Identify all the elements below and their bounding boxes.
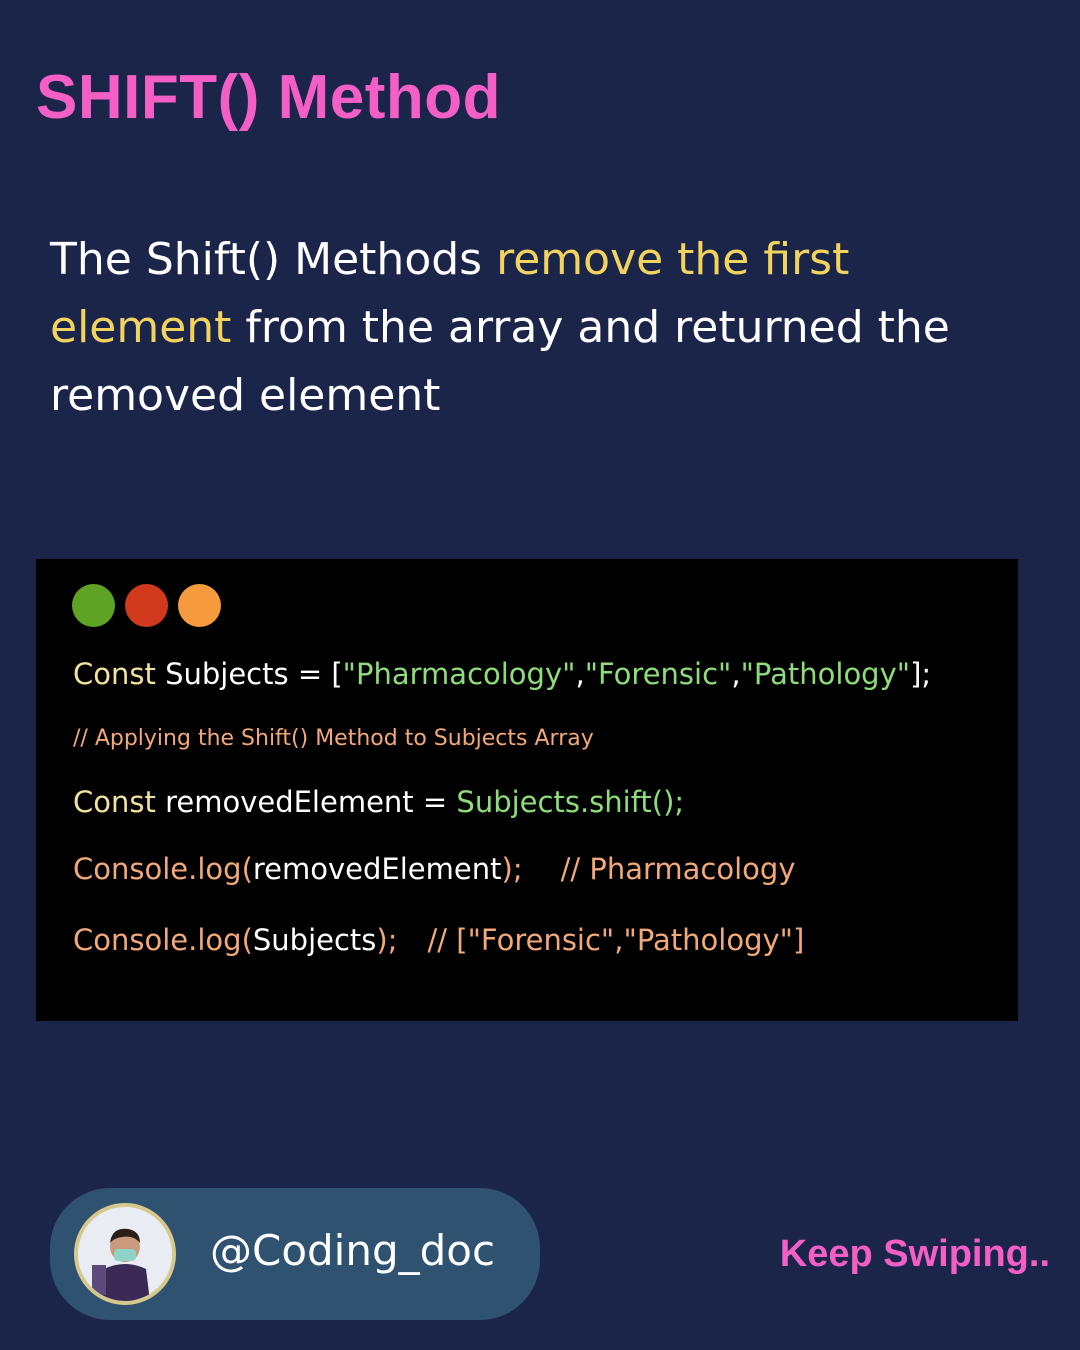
- red-dot-icon: [125, 584, 168, 627]
- code-line-log-removed: Console.log(removedElement); // Pharmacol…: [73, 852, 795, 886]
- code-string: "Pharmacology": [342, 657, 576, 691]
- code-arg: removedElement: [252, 852, 502, 886]
- avatar[interactable]: [74, 1203, 176, 1305]
- code-text: removedElement =: [155, 785, 457, 819]
- code-paren: (: [241, 923, 253, 957]
- code-line-declare-array: Const Subjects = ["Pharmacology","Forens…: [73, 657, 931, 691]
- code-comma: ,: [575, 657, 585, 691]
- orange-dot-icon: [178, 584, 221, 627]
- description-text-start: The Shift() Methods: [50, 234, 497, 285]
- window-controls: [72, 584, 221, 627]
- code-inline-comment: // Pharmacology: [560, 852, 796, 886]
- keep-swiping-label: Keep Swiping..: [779, 1233, 1050, 1275]
- code-call: Subjects.shift();: [456, 785, 685, 819]
- code-string: "Pathology": [740, 657, 911, 691]
- code-arg: Subjects: [252, 923, 377, 957]
- code-string: "Forensic": [584, 657, 732, 691]
- code-line-log-subjects: Console.log(Subjects); // ["Forensic","Pa…: [73, 923, 804, 957]
- code-end: ];: [910, 657, 932, 691]
- code-text: Subjects = [: [155, 657, 343, 691]
- code-comma: ,: [731, 657, 741, 691]
- code-line-shift: Const removedElement = Subjects.shift();: [73, 785, 684, 819]
- code-line-comment: // Applying the Shift() Method to Subjec…: [73, 726, 594, 751]
- code-end: );: [376, 923, 398, 957]
- green-dot-icon: [72, 584, 115, 627]
- code-inline-comment: // ["Forensic","Pathology"]: [427, 923, 805, 957]
- code-window: Const Subjects = ["Pharmacology","Forens…: [36, 559, 1018, 1021]
- code-keyword: Const: [73, 785, 156, 819]
- code-function: Console.log: [73, 923, 242, 957]
- code-comment: // Applying the Shift() Method to Subjec…: [73, 726, 594, 751]
- code-end: );: [501, 852, 523, 886]
- person-icon: [78, 1207, 172, 1301]
- description: The Shift() Methods remove the first ele…: [50, 226, 1040, 430]
- code-paren: (: [241, 852, 253, 886]
- code-function: Console.log: [73, 852, 242, 886]
- code-keyword: Const: [73, 657, 156, 691]
- username-handle[interactable]: @Coding_doc: [210, 1226, 495, 1275]
- profile-pill[interactable]: @Coding_doc: [50, 1188, 540, 1320]
- page-title: SHIFT() Method: [36, 63, 502, 132]
